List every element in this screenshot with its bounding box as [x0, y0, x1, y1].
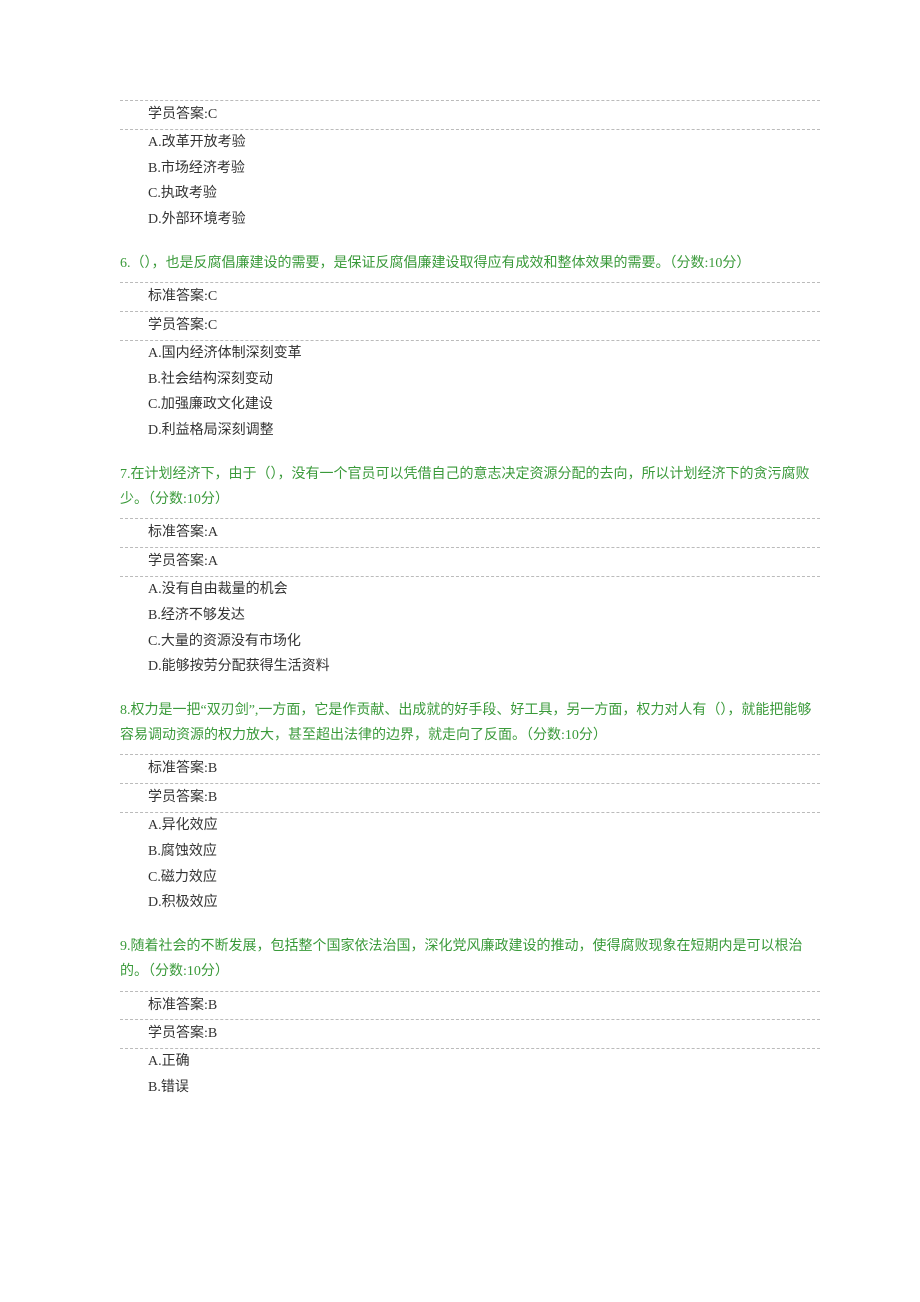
student-answer-label: 学员答案: [148, 554, 208, 569]
standard-answer-row: 标准答案:C [120, 283, 820, 312]
student-answer-row: 学员答案:C [120, 312, 820, 341]
standard-answer-value: B [208, 998, 217, 1013]
student-answer-label: 学员答案: [148, 107, 208, 122]
option-item: C.加强廉政文化建设 [120, 392, 820, 418]
option-item: A.正确 [120, 1049, 820, 1075]
option-item: C.磁力效应 [120, 865, 820, 891]
student-answer-value: A [208, 554, 218, 569]
option-item: D.利益格局深刻调整 [120, 418, 820, 444]
answers-block: 标准答案:A学员答案:AA.没有自由裁量的机会B.经济不够发达C.大量的资源没有… [120, 518, 820, 680]
option-item: B.市场经济考验 [120, 156, 820, 182]
option-item: A.国内经济体制深刻变革 [120, 341, 820, 367]
question-stem: 9.随着社会的不断发展，包括整个国家依法治国，深化党风廉政建设的推动，使得腐败现… [120, 934, 820, 984]
student-answer-label: 学员答案: [148, 1026, 208, 1041]
standard-answer-label: 标准答案: [148, 289, 208, 304]
standard-answer-value: B [208, 761, 217, 776]
student-answer-value: B [208, 790, 217, 805]
answers-block: 标准答案:C学员答案:CA.国内经济体制深刻变革B.社会结构深刻变动C.加强廉政… [120, 282, 820, 444]
student-answer-label: 学员答案: [148, 318, 208, 333]
student-answer-row: 学员答案:B [120, 1020, 820, 1049]
answers-block: 标准答案:B学员答案:BA.异化效应B.腐蚀效应C.磁力效应D.积极效应 [120, 754, 820, 916]
standard-answer-label: 标准答案: [148, 525, 208, 540]
option-item: C.大量的资源没有市场化 [120, 629, 820, 655]
option-item: B.错误 [120, 1075, 820, 1101]
student-answer-row: 学员答案:C [120, 101, 820, 130]
option-item: D.能够按劳分配获得生活资料 [120, 654, 820, 680]
document-root: 学员答案:CA.改革开放考验B.市场经济考验C.执政考验D.外部环境考验6.（）… [120, 100, 820, 1101]
question-stem: 7.在计划经济下，由于（），没有一个官员可以凭借自己的意志决定资源分配的去向，所… [120, 462, 820, 512]
student-answer-label: 学员答案: [148, 790, 208, 805]
option-item: D.积极效应 [120, 890, 820, 916]
standard-answer-row: 标准答案:B [120, 992, 820, 1021]
student-answer-row: 学员答案:A [120, 548, 820, 577]
student-answer-row: 学员答案:B [120, 784, 820, 813]
student-answer-value: B [208, 1026, 217, 1041]
student-answer-value: C [208, 107, 217, 122]
option-item: C.执政考验 [120, 181, 820, 207]
question-stem: 8.权力是一把“双刃剑”,一方面，它是作贡献、出成就的好手段、好工具，另一方面，… [120, 698, 820, 748]
standard-answer-value: C [208, 289, 217, 304]
standard-answer-row: 标准答案:A [120, 519, 820, 548]
option-item: D.外部环境考验 [120, 207, 820, 233]
answers-block: 标准答案:B学员答案:BA.正确B.错误 [120, 991, 820, 1101]
option-item: B.腐蚀效应 [120, 839, 820, 865]
standard-answer-value: A [208, 525, 218, 540]
question-stem: 6.（），也是反腐倡廉建设的需要，是保证反腐倡廉建设取得应有成效和整体效果的需要… [120, 251, 820, 276]
option-item: A.异化效应 [120, 813, 820, 839]
answers-block: 学员答案:CA.改革开放考验B.市场经济考验C.执政考验D.外部环境考验 [120, 100, 820, 233]
option-item: A.没有自由裁量的机会 [120, 577, 820, 603]
student-answer-value: C [208, 318, 217, 333]
option-item: A.改革开放考验 [120, 130, 820, 156]
standard-answer-label: 标准答案: [148, 761, 208, 776]
option-item: B.社会结构深刻变动 [120, 367, 820, 393]
option-item: B.经济不够发达 [120, 603, 820, 629]
standard-answer-label: 标准答案: [148, 998, 208, 1013]
standard-answer-row: 标准答案:B [120, 755, 820, 784]
